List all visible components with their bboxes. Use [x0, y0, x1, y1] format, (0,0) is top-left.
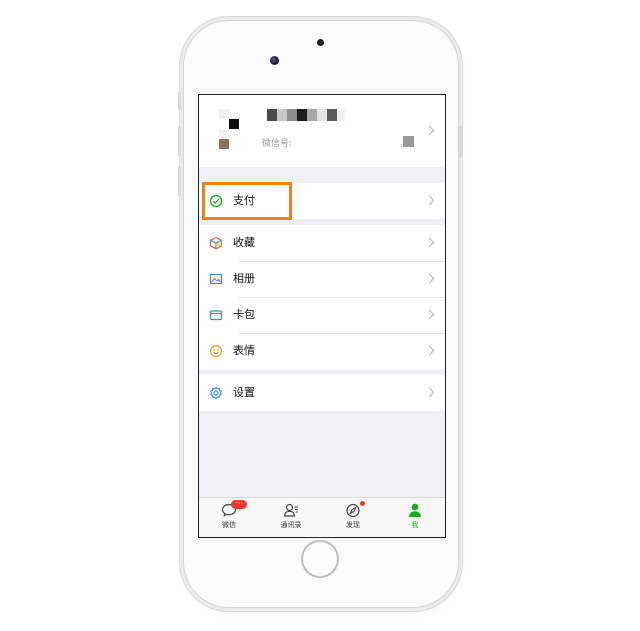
- menu-item-album-label: 相册: [233, 272, 255, 285]
- wechat-id-label: 微信号:: [262, 139, 293, 149]
- chevron-right-icon: [424, 237, 435, 248]
- chevron-right-icon: [424, 387, 435, 398]
- menu-item-cards-label: 卡包: [233, 308, 255, 321]
- volume-down-button: [178, 166, 181, 196]
- menu-item-cards[interactable]: 卡包: [199, 297, 445, 333]
- menu-item-favorites-label: 收藏: [233, 236, 255, 249]
- front-camera: [270, 56, 279, 65]
- smiley-icon: [209, 344, 223, 358]
- menu-item-pay-label: 支付: [233, 194, 255, 207]
- chevron-right-icon: [424, 345, 435, 356]
- unread-badge: ···: [231, 500, 247, 509]
- chevron-right-icon: [424, 125, 435, 136]
- menu-item-settings[interactable]: 设置: [199, 375, 445, 411]
- tab-chats-label: 微信: [222, 521, 236, 529]
- chevron-right-icon: [424, 309, 435, 320]
- features-group: 收藏 相册 卡包 表情: [199, 225, 445, 369]
- gear-icon: [210, 386, 222, 400]
- nickname-pixelated: [267, 109, 357, 121]
- menu-item-pay[interactable]: 支付: [199, 183, 445, 219]
- menu-item-album[interactable]: 相册: [199, 261, 445, 297]
- chevron-right-icon: [424, 273, 435, 284]
- menu-item-stickers-label: 表情: [233, 344, 255, 357]
- volume-up-button: [178, 126, 181, 156]
- tab-discover[interactable]: 发现: [333, 498, 373, 537]
- settings-group: 设置: [199, 375, 445, 411]
- qr-code-icon[interactable]: [403, 136, 414, 147]
- card-icon: [209, 310, 223, 321]
- tab-chats[interactable]: ··· 微信: [209, 498, 249, 537]
- profile-header[interactable]: 微信号:: [199, 95, 445, 167]
- wallet-check-icon: [209, 194, 223, 208]
- photo-icon: [209, 273, 223, 285]
- person-icon: [409, 503, 421, 517]
- tab-bar: ··· 微信 通讯录 发现 我: [199, 497, 445, 537]
- pay-group: 支付: [199, 183, 445, 219]
- avatar[interactable]: [219, 109, 249, 151]
- contacts-icon: [283, 503, 298, 517]
- compass-icon: [346, 503, 360, 518]
- tab-contacts[interactable]: 通讯录: [271, 498, 311, 537]
- tab-me-label: 我: [411, 521, 419, 529]
- menu-item-favorites[interactable]: 收藏: [199, 225, 445, 261]
- tab-discover-label: 发现: [346, 521, 360, 529]
- chevron-right-icon: [424, 195, 435, 206]
- new-moments-dot: [360, 501, 365, 506]
- phone-screen: 微信号: 支付 收藏 相册 卡包 表情 设置 ··· 微信 通讯录 发现 我: [198, 94, 446, 538]
- menu-item-settings-label: 设置: [233, 386, 255, 399]
- menu-item-stickers[interactable]: 表情: [199, 333, 445, 369]
- earpiece: [317, 39, 324, 46]
- home-button[interactable]: [301, 540, 339, 578]
- mute-switch: [178, 92, 181, 110]
- tab-contacts-label: 通讯录: [280, 521, 302, 529]
- tab-me[interactable]: 我: [395, 498, 435, 537]
- power-button: [459, 126, 462, 158]
- cube-icon: [209, 236, 223, 250]
